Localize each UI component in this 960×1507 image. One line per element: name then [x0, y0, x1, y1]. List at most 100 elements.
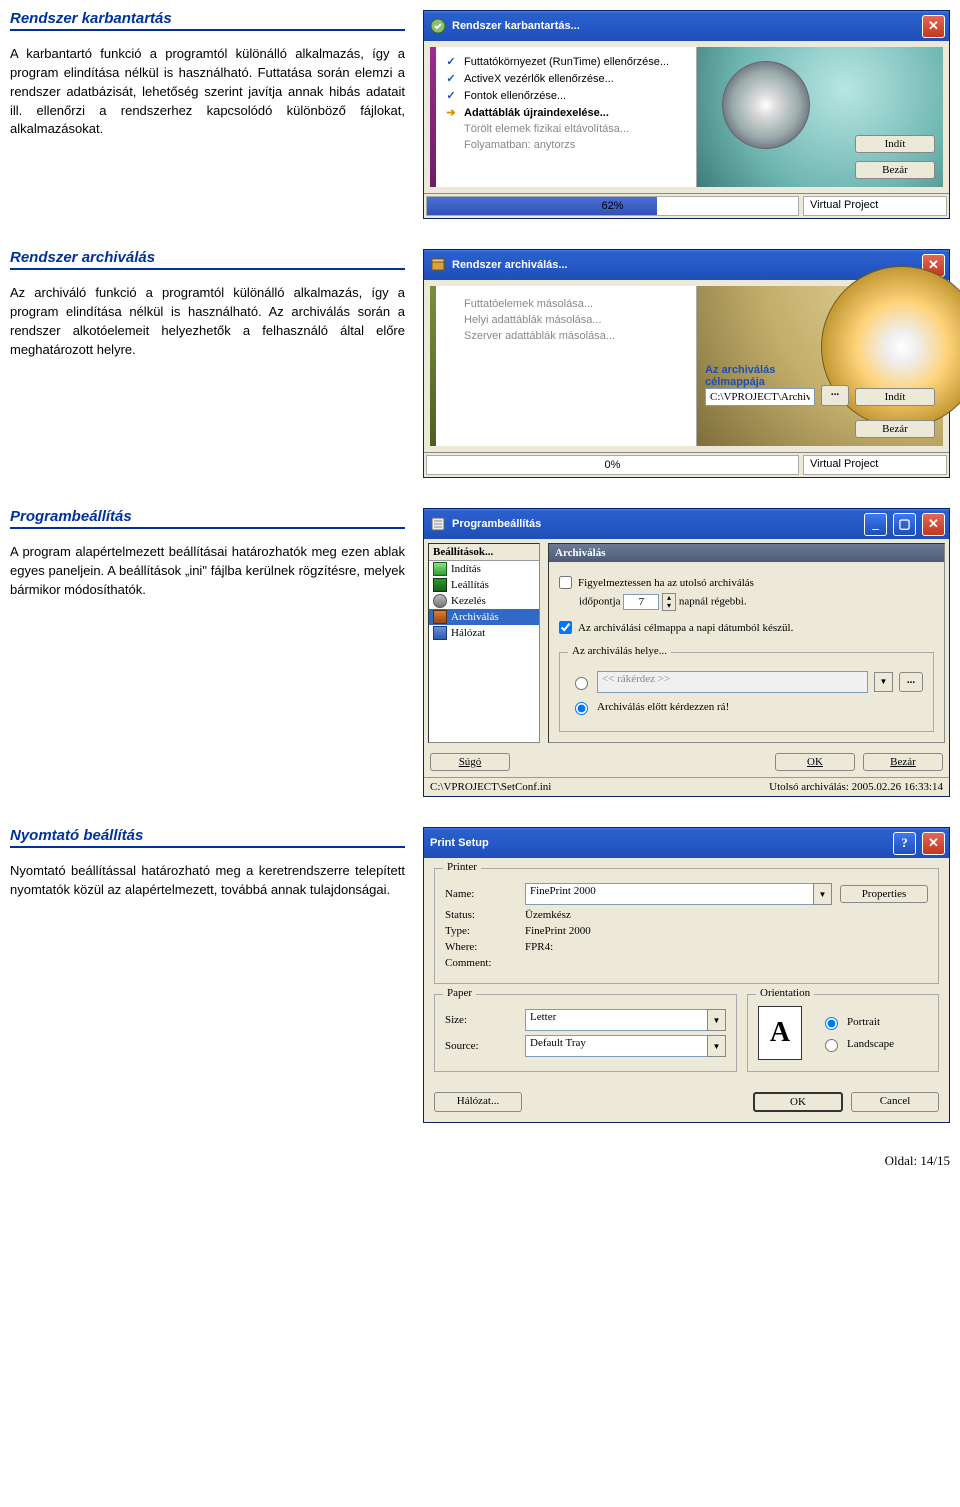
cancel-button[interactable]: Cancel	[851, 1092, 939, 1112]
group-legend: Paper	[443, 987, 476, 999]
list-item-active: ➔Adattáblák újraindexelése...	[436, 104, 696, 121]
network-icon	[433, 626, 447, 640]
status-label: Virtual Project	[803, 455, 947, 475]
path-input[interactable]	[705, 388, 815, 406]
titlebar[interactable]: Print Setup ? ✕	[424, 828, 949, 858]
group-legend: Orientation	[756, 987, 814, 999]
warn-checkbox-row: Figyelmeztessen ha az utolsó archiválás	[559, 576, 754, 589]
close-button[interactable]: Bezár	[855, 420, 935, 438]
chevron-down-icon[interactable]: ▼	[707, 1009, 726, 1031]
heading-archive: Rendszer archiválás	[10, 249, 405, 270]
tree-item-start[interactable]: Indítás	[429, 561, 539, 577]
illustration-panel: Indít Bezár	[697, 47, 943, 187]
gear-icon	[433, 594, 447, 608]
minimize-icon[interactable]: _	[864, 513, 887, 536]
titlebar[interactable]: Programbeállítás _ ▢ ✕	[424, 509, 949, 539]
section-archive: Rendszer archiválás Az archiváló funkció…	[10, 249, 950, 478]
print-setup-window: Print Setup ? ✕ Printer Name: FinePrint …	[423, 827, 950, 1123]
section-maintenance: Rendszer karbantartás A karbantartó funk…	[10, 10, 950, 219]
window-title: Print Setup	[430, 837, 489, 849]
settings-window: Programbeállítás _ ▢ ✕ Beállítások... In…	[423, 508, 950, 797]
list-item: Futtatóelemek másolása...	[436, 296, 696, 312]
close-icon[interactable]: ✕	[922, 15, 945, 38]
radio-portrait[interactable]	[825, 1017, 838, 1030]
settings-panel: Archiválás Figyelmeztessen ha az utolsó …	[548, 543, 945, 743]
chevron-down-icon[interactable]: ▼	[707, 1035, 726, 1057]
tree-item-network[interactable]: Hálózat	[429, 625, 539, 641]
ok-button[interactable]: OK	[775, 753, 855, 771]
window-title: Rendszer karbantartás...	[452, 20, 580, 32]
status-label: Virtual Project	[803, 196, 947, 216]
spinner-icon[interactable]: ▴▾	[662, 593, 676, 611]
page-footer: Oldal: 14/15	[10, 1153, 950, 1169]
list-item: ✓Fontok ellenőrzése...	[436, 87, 696, 104]
start-button[interactable]: Indít	[855, 135, 935, 153]
datefolder-checkbox[interactable]	[559, 621, 572, 634]
heading-print: Nyomtató beállítás	[10, 827, 405, 848]
archive-location-group: Az archiválás helye... << rákérdez >> ▼ …	[559, 652, 934, 732]
progress-percent: 62%	[601, 200, 623, 212]
location-select[interactable]: << rákérdez >>	[597, 671, 868, 693]
close-icon[interactable]: ✕	[922, 832, 945, 855]
heading-maintenance: Rendszer karbantartás	[10, 10, 405, 31]
maximize-icon[interactable]: ▢	[893, 513, 916, 536]
group-legend: Printer	[443, 861, 481, 873]
section-print: Nyomtató beállítás Nyomtató beállítással…	[10, 827, 950, 1123]
tree-item-manage[interactable]: Kezelés	[429, 593, 539, 609]
list-item: Helyi adattáblák másolása...	[436, 312, 696, 328]
check-icon: ✓	[444, 72, 458, 85]
body-print: Nyomtató beállítással határozható meg a …	[10, 862, 405, 900]
check-icon: ✓	[444, 55, 458, 68]
close-button[interactable]: Bezár	[855, 161, 935, 179]
close-button[interactable]: Bezár	[863, 753, 943, 771]
help-button[interactable]: Súgó	[430, 753, 510, 771]
settings-tree[interactable]: Beállítások... Indítás Leállítás Kezelés…	[428, 543, 540, 743]
radio-fixed[interactable]	[575, 677, 588, 690]
radio-landscape[interactable]	[825, 1039, 838, 1052]
warn-checkbox[interactable]	[559, 576, 572, 589]
status-path: C:\VPROJECT\SetConf.ini	[430, 781, 551, 793]
list-item: ✓ActiveX vezérlők ellenőrzése...	[436, 70, 696, 87]
browse-button[interactable]: ...	[899, 672, 923, 692]
tree-header: Beállítások...	[429, 544, 539, 561]
section-settings: Programbeállítás A program alapértelmeze…	[10, 508, 950, 797]
help-icon[interactable]: ?	[893, 832, 916, 855]
body-settings: A program alapértelmezett beállításai ha…	[10, 543, 405, 600]
radio-ask[interactable]	[575, 702, 588, 715]
statusbar: 62% Virtual Project	[424, 193, 949, 218]
orientation-group: Orientation A Portrait Landscape	[747, 994, 939, 1072]
archive-icon	[433, 610, 447, 624]
paper-group: Paper Size: Letter ▼ Source: Default Tra	[434, 994, 737, 1072]
task-list: Futtatóelemek másolása... Helyi adattábl…	[436, 286, 697, 446]
chevron-down-icon[interactable]: ▼	[874, 672, 893, 692]
location-option-fixed: << rákérdez >> ▼ ...	[570, 671, 923, 693]
network-button[interactable]: Hálózat...	[434, 1092, 522, 1112]
chevron-down-icon[interactable]: ▼	[813, 883, 832, 905]
window-title: Programbeállítás	[452, 518, 541, 530]
ok-button[interactable]: OK	[753, 1092, 843, 1112]
tree-item-archive[interactable]: Archiválás	[429, 609, 539, 625]
days-input[interactable]	[623, 594, 659, 610]
orientation-preview: A	[758, 1006, 802, 1060]
paper-size-select[interactable]: Letter ▼	[525, 1009, 726, 1031]
titlebar[interactable]: Rendszer karbantartás... ✕	[424, 11, 949, 41]
body-archive: Az archiváló funkció a programtól különá…	[10, 284, 405, 359]
start-button[interactable]: Indít	[855, 388, 935, 406]
location-option-ask: Archiválás előtt kérdezzen rá!	[570, 699, 923, 715]
group-legend: Az archiválás helye...	[568, 645, 671, 657]
printer-status: Üzemkész	[525, 909, 571, 921]
statusbar: C:\VPROJECT\SetConf.ini Utolsó archiválá…	[424, 777, 949, 796]
list-item: Szerver adattáblák másolása...	[436, 328, 696, 344]
printer-group: Printer Name: FinePrint 2000 ▼ Propertie…	[434, 868, 939, 984]
browse-button[interactable]: ...	[821, 385, 849, 406]
stop-icon	[433, 578, 447, 592]
paper-source-select[interactable]: Default Tray ▼	[525, 1035, 726, 1057]
close-icon[interactable]: ✕	[922, 513, 945, 536]
printer-name-select[interactable]: FinePrint 2000 ▼	[525, 883, 832, 905]
window-icon	[430, 18, 446, 34]
disk-illustration	[722, 61, 810, 149]
statusbar: 0% Virtual Project	[424, 452, 949, 477]
body-maintenance: A karbantartó funkció a programtól külön…	[10, 45, 405, 139]
tree-item-stop[interactable]: Leállítás	[429, 577, 539, 593]
properties-button[interactable]: Properties	[840, 885, 928, 903]
